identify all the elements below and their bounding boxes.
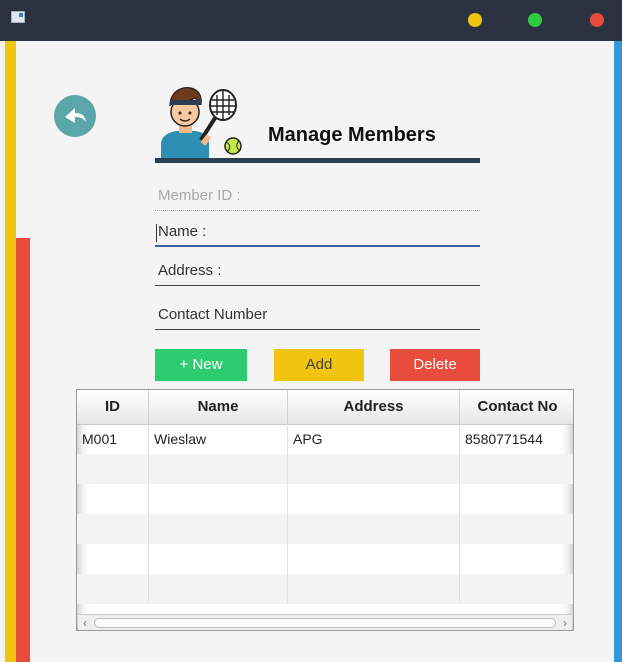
scrollbar-thumb[interactable] — [94, 618, 556, 628]
cell-address — [288, 544, 460, 574]
address-field[interactable]: Address : — [155, 258, 480, 286]
cell-contact — [460, 454, 573, 484]
cell-contact — [460, 514, 573, 544]
cell-address: APG — [288, 424, 460, 454]
column-header-contact[interactable]: Contact No — [460, 390, 573, 424]
table-header: ID Name Address Contact No — [77, 390, 573, 425]
table-row[interactable]: M001 Wieslaw APG 8580771544 — [77, 424, 573, 454]
right-accent-bar — [614, 41, 622, 662]
cell-name — [149, 484, 288, 514]
delete-button[interactable]: Delete — [390, 349, 480, 381]
title-underline — [155, 158, 480, 163]
cell-contact — [460, 544, 573, 574]
cell-name — [149, 544, 288, 574]
cell-id — [77, 454, 149, 484]
cell-contact: 8580771544 — [465, 431, 543, 447]
left-accent-bar-red — [16, 238, 30, 662]
column-header-address[interactable]: Address — [288, 390, 460, 424]
column-header-id[interactable]: ID — [77, 390, 149, 424]
cell-id — [77, 484, 149, 514]
app-window-icon — [11, 11, 25, 23]
page-title: Manage Members — [268, 124, 436, 146]
name-field[interactable]: Name : — [155, 219, 480, 247]
maximize-button[interactable] — [528, 13, 542, 27]
left-accent-bar-yellow — [5, 41, 16, 662]
title-bar — [0, 0, 622, 41]
cell-name — [149, 574, 288, 604]
tennis-player-icon — [155, 80, 245, 160]
column-header-name[interactable]: Name — [149, 390, 288, 424]
horizontal-scrollbar[interactable]: ‹ › — [78, 614, 572, 630]
minimize-button[interactable] — [468, 13, 482, 27]
cell-address — [288, 574, 460, 604]
new-button[interactable]: + New — [155, 349, 247, 381]
cell-contact — [460, 484, 573, 514]
cell-address — [288, 514, 460, 544]
back-button[interactable] — [54, 95, 96, 137]
cell-name: Wieslaw — [149, 424, 288, 454]
cell-address — [288, 484, 460, 514]
scroll-right-arrow-icon[interactable]: › — [558, 615, 572, 630]
table-row[interactable] — [77, 544, 573, 574]
cell-id: M001 — [77, 424, 149, 454]
cell-address — [288, 454, 460, 484]
cell-id — [77, 514, 149, 544]
add-button[interactable]: Add — [274, 349, 364, 381]
cell-id — [77, 574, 149, 604]
table-row[interactable] — [77, 454, 573, 484]
members-table[interactable]: ID Name Address Contact No M001 Wieslaw … — [76, 389, 574, 631]
cell-name — [149, 454, 288, 484]
table-row[interactable] — [77, 484, 573, 514]
table-row[interactable] — [77, 514, 573, 544]
cell-id — [77, 544, 149, 574]
cell-contact — [460, 574, 573, 604]
member-id-field[interactable]: Member ID : — [155, 183, 480, 211]
scroll-left-arrow-icon[interactable]: ‹ — [78, 615, 92, 630]
cell-name — [149, 514, 288, 544]
table-row[interactable] — [77, 574, 573, 604]
close-button[interactable] — [590, 13, 604, 27]
back-arrow-icon — [65, 108, 86, 123]
contact-number-field[interactable]: Contact Number — [155, 302, 480, 330]
